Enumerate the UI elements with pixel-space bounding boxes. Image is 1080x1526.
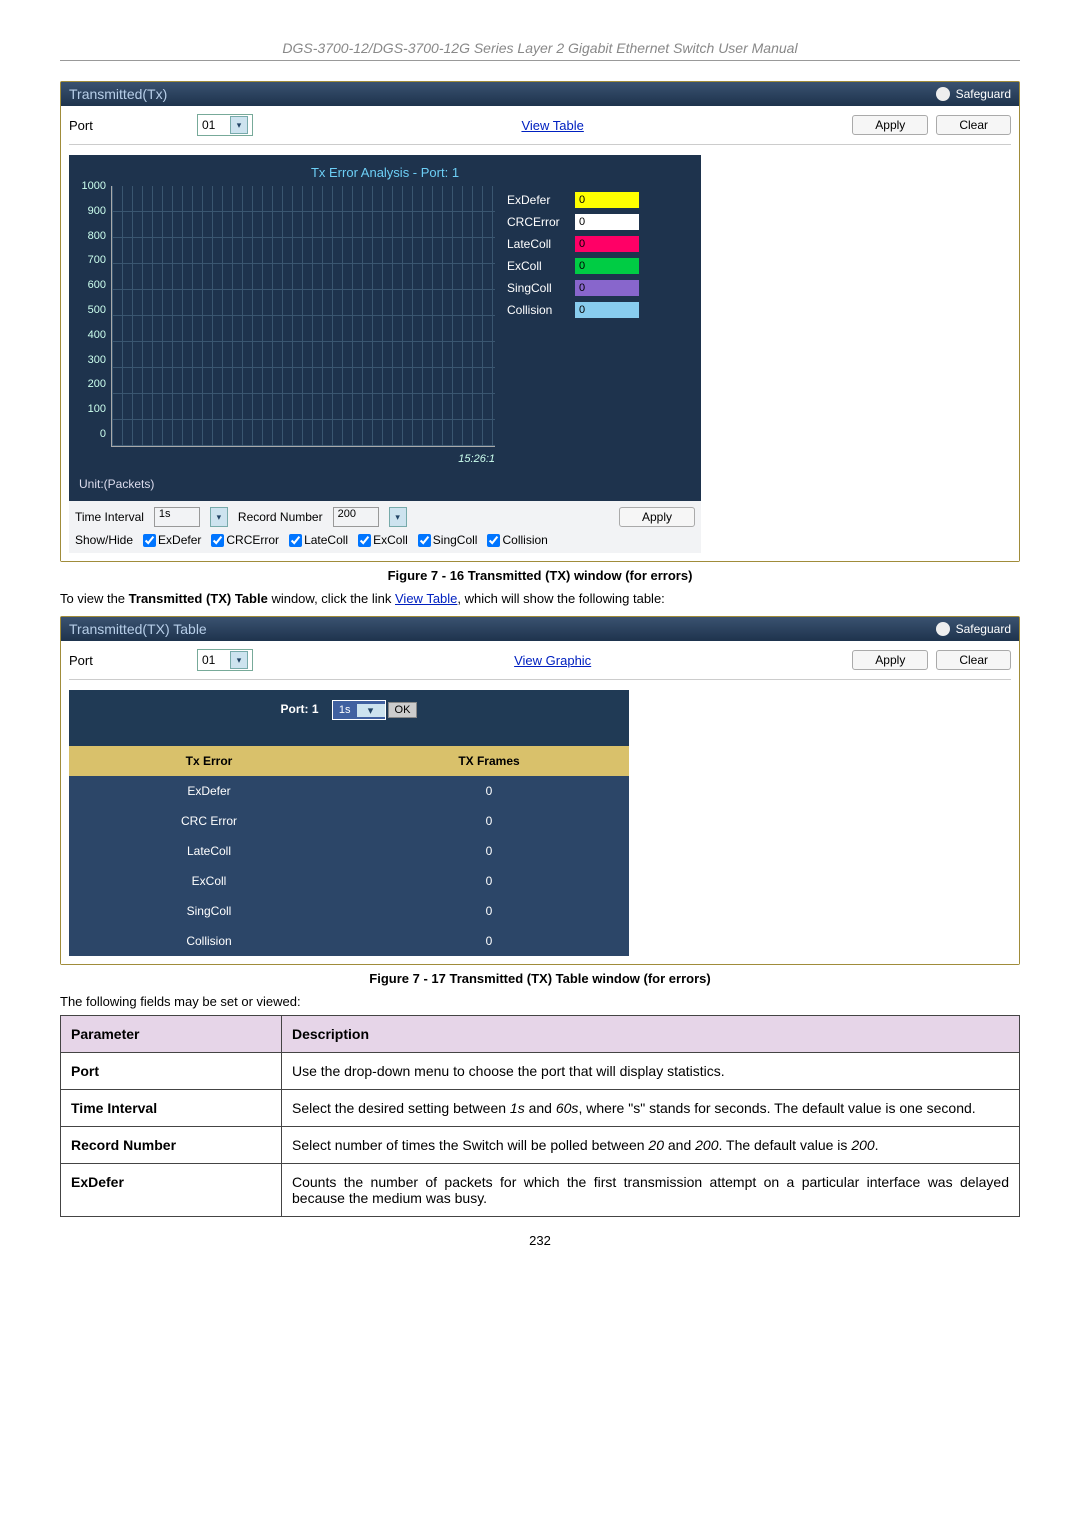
port-select-2[interactable]: 01 ▾ — [197, 649, 253, 671]
intertext: To view the Transmitted (TX) Table windo… — [60, 591, 1020, 606]
row-excoll: ExColl — [69, 866, 349, 896]
clear-button[interactable]: Clear — [936, 115, 1011, 135]
page-number: 232 — [60, 1233, 1020, 1248]
legend-val-latecoll: 0 — [575, 236, 639, 252]
cb-collision[interactable]: Collision — [487, 533, 547, 547]
transmitted-tx-panel: Transmitted(Tx) Safeguard Port 01 ▾ View… — [60, 81, 1020, 562]
safeguard-label-2: Safeguard — [956, 622, 1011, 636]
cb-latecoll[interactable]: LateColl — [289, 533, 348, 547]
desc-exdefer: Counts the number of packets for which t… — [282, 1164, 1020, 1217]
view-table-inline-link[interactable]: View Table — [395, 591, 457, 606]
legend-val-collision: 0 — [575, 302, 639, 318]
panel2-title: Transmitted(TX) Table — [69, 621, 207, 637]
desc-port: Use the drop-down menu to choose the por… — [282, 1053, 1020, 1090]
row-collision: Collision — [69, 926, 349, 956]
val-exdefer: 0 — [349, 776, 629, 806]
table-row: Record Number Select number of times the… — [61, 1127, 1020, 1164]
port-label: Port — [69, 118, 189, 133]
param-record-number: Record Number — [71, 1137, 176, 1153]
table-row: Port Use the drop-down menu to choose th… — [61, 1053, 1020, 1090]
cb-singcoll[interactable]: SingColl — [418, 533, 478, 547]
interval-select[interactable]: 1s▾ — [332, 700, 386, 720]
safeguard-icon — [936, 622, 950, 636]
page-header: DGS-3700-12/DGS-3700-12G Series Layer 2 … — [60, 40, 1020, 61]
time-interval-input[interactable]: 1s — [154, 507, 200, 527]
val-latecoll: 0 — [349, 836, 629, 866]
port-label-2: Port — [69, 653, 189, 668]
apply-button-2[interactable]: Apply — [852, 650, 928, 670]
record-number-label: Record Number — [238, 510, 323, 524]
table-row: ExDefer Counts the number of packets for… — [61, 1164, 1020, 1217]
port-value-2: 01 — [202, 653, 215, 667]
view-table-link[interactable]: View Table — [521, 118, 583, 133]
desc-record-number: Select number of times the Switch will b… — [282, 1127, 1020, 1164]
val-collision: 0 — [349, 926, 629, 956]
row-singcoll: SingColl — [69, 896, 349, 926]
val-excoll: 0 — [349, 866, 629, 896]
param-header: Parameter — [61, 1016, 282, 1053]
chart-area: Tx Error Analysis - Port: 1 1000 900 800… — [69, 155, 701, 501]
row-latecoll: LateColl — [69, 836, 349, 866]
row-exdefer: ExDefer — [69, 776, 349, 806]
chevron-down-icon: ▾ — [230, 651, 248, 669]
desc-header: Description — [282, 1016, 1020, 1053]
val-singcoll: 0 — [349, 896, 629, 926]
port-header-bar: Port: 1 1s▾OK — [69, 690, 629, 730]
safeguard-icon — [936, 87, 950, 101]
port-select[interactable]: 01 ▾ — [197, 114, 253, 136]
legend-collision: Collision — [507, 303, 567, 317]
unit-label: Unit:(Packets) — [79, 477, 695, 491]
chevron-down-icon[interactable]: ▾ — [210, 507, 228, 527]
clear-button-2[interactable]: Clear — [936, 650, 1011, 670]
legend-val-exdefer: 0 — [575, 192, 639, 208]
record-number-input[interactable]: 200 — [333, 507, 379, 527]
chevron-down-icon[interactable]: ▾ — [389, 507, 407, 527]
parameter-table: Parameter Description Port Use the drop-… — [60, 1015, 1020, 1217]
cb-exdefer[interactable]: ExDefer — [143, 533, 201, 547]
legend-val-excoll: 0 — [575, 258, 639, 274]
cb-crcerror[interactable]: CRCError — [211, 533, 279, 547]
apply-button[interactable]: Apply — [852, 115, 928, 135]
row-crcerror: CRC Error — [69, 806, 349, 836]
col-tx-frames: TX Frames — [349, 746, 629, 776]
col-tx-error: Tx Error — [69, 746, 349, 776]
chart-grid: 1000 900 800 700 600 500 400 300 200 100 — [111, 186, 495, 447]
desc-time-interval: Select the desired setting between 1s an… — [282, 1090, 1020, 1127]
legend-latecoll: LateColl — [507, 237, 567, 251]
chevron-down-icon: ▾ — [357, 704, 385, 717]
view-graphic-link[interactable]: View Graphic — [514, 653, 591, 668]
safeguard-label: Safeguard — [956, 87, 1011, 101]
param-time-interval: Time Interval — [71, 1100, 157, 1116]
tx-error-table: Port: 1 1s▾OK Tx ErrorTX Frames ExDefer0… — [69, 690, 629, 956]
chevron-down-icon: ▾ — [230, 116, 248, 134]
chart-controls: Time Interval 1s ▾ Record Number 200 ▾ A… — [69, 501, 701, 553]
showhide-label: Show/Hide — [75, 533, 133, 547]
legend-singcoll: SingColl — [507, 281, 567, 295]
param-exdefer: ExDefer — [71, 1174, 124, 1190]
chart-time: 15:26:1 — [111, 453, 495, 465]
port-value: 01 — [202, 118, 215, 132]
legend-crcerror: CRCError — [507, 215, 567, 229]
legend-val-crcerror: 0 — [575, 214, 639, 230]
transmitted-tx-table-panel: Transmitted(TX) Table Safeguard Port 01 … — [60, 616, 1020, 965]
param-port: Port — [71, 1063, 99, 1079]
legend-val-singcoll: 0 — [575, 280, 639, 296]
chart-title: Tx Error Analysis - Port: 1 — [75, 165, 695, 180]
figure-caption-1: Figure 7 - 16 Transmitted (TX) window (f… — [60, 568, 1020, 583]
legend-excoll: ExColl — [507, 259, 567, 273]
y-axis-labels: 1000 900 800 700 600 500 400 300 200 100 — [76, 180, 106, 440]
fields-text: The following fields may be set or viewe… — [60, 994, 1020, 1009]
val-crcerror: 0 — [349, 806, 629, 836]
table-row: Time Interval Select the desired setting… — [61, 1090, 1020, 1127]
figure-caption-2: Figure 7 - 17 Transmitted (TX) Table win… — [60, 971, 1020, 986]
panel1-title: Transmitted(Tx) — [69, 86, 167, 102]
ok-button[interactable]: OK — [388, 702, 418, 718]
legend-exdefer: ExDefer — [507, 193, 567, 207]
chart-legend: ExDefer 0 CRCError 0 LateColl 0 ExColl 0 Sin… — [507, 186, 639, 465]
cb-excoll[interactable]: ExColl — [358, 533, 408, 547]
time-interval-label: Time Interval — [75, 510, 144, 524]
controls-apply-button[interactable]: Apply — [619, 507, 695, 527]
